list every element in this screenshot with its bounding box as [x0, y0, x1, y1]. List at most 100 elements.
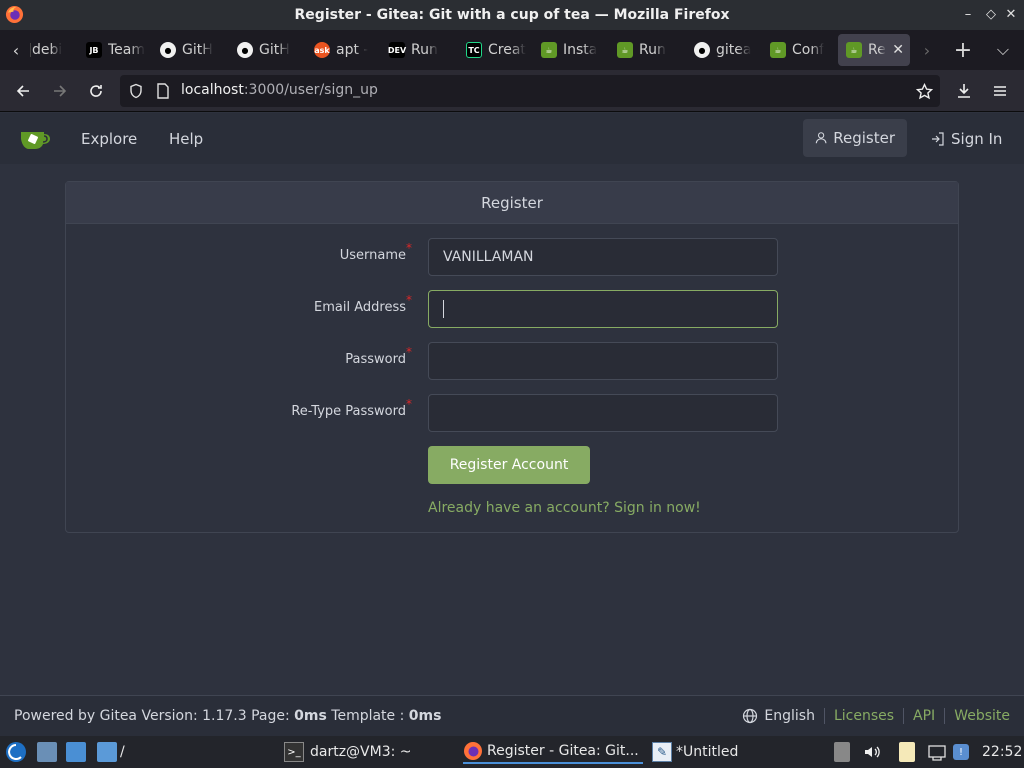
- github-icon: ●: [160, 42, 176, 58]
- tab-label: Run: [411, 42, 438, 58]
- register-heading: Register: [66, 182, 958, 224]
- tab-github-gitea[interactable]: ● gitea: [686, 34, 756, 66]
- notes-tray-icon[interactable]: [899, 740, 915, 764]
- tab-github-2[interactable]: ● GitH: [229, 34, 299, 66]
- tab-list-chevron-icon[interactable]: ⌵: [990, 36, 1016, 64]
- updates-icon[interactable]: !: [953, 740, 969, 764]
- hamburger-menu-icon[interactable]: [987, 78, 1013, 104]
- email-input[interactable]: [428, 290, 778, 328]
- firefox-icon: [464, 742, 482, 760]
- taskbar-firefox[interactable]: Register - Gitea: Git...: [463, 740, 643, 764]
- gitea-logo-icon[interactable]: [20, 128, 51, 150]
- text-cursor: [443, 300, 444, 318]
- footer-separator: [903, 708, 905, 724]
- tab-jetbrains[interactable]: JB Team: [78, 34, 148, 66]
- close-tab-icon[interactable]: ✕: [892, 42, 904, 58]
- taskbar-terminal[interactable]: >_ dartz@VM3: ~: [284, 740, 412, 764]
- gitea-header: Explore Help Register Sign In: [0, 113, 1024, 164]
- tab-label: apt -: [336, 42, 369, 58]
- tab-label: GitH: [182, 42, 213, 58]
- email-label: Email Address: [314, 300, 406, 315]
- nav-sign-in-label: Sign In: [951, 130, 1003, 148]
- network-icon[interactable]: [927, 740, 947, 764]
- username-row: Username *: [66, 238, 960, 276]
- licenses-link[interactable]: Licenses: [834, 708, 894, 724]
- nav-help[interactable]: Help: [157, 123, 215, 155]
- password-row: Password *: [66, 342, 960, 380]
- reload-icon[interactable]: [83, 78, 109, 104]
- os-taskbar: / >_ dartz@VM3: ~ Register - Gitea: Git.…: [0, 736, 1024, 768]
- url-bar[interactable]: localhost:3000/user/sign_up: [120, 75, 940, 107]
- tab-register-active[interactable]: ☕ Re ✕: [838, 34, 910, 66]
- tab-separator: [30, 43, 31, 57]
- tab-gitea-install[interactable]: ☕ Insta: [533, 34, 603, 66]
- tab-dev[interactable]: DEV Run: [381, 34, 451, 66]
- downloads-icon[interactable]: [951, 78, 977, 104]
- folder-icon: [97, 742, 117, 762]
- language-selector[interactable]: English: [764, 708, 815, 724]
- tab-scroll-right-icon[interactable]: ›: [914, 36, 940, 64]
- password-input[interactable]: [428, 342, 778, 380]
- retype-password-label: Re-Type Password: [291, 404, 406, 419]
- url-path: :3000/user/sign_up: [243, 82, 378, 98]
- person-icon: [815, 132, 827, 144]
- dev-icon: DEV: [388, 42, 406, 58]
- tab-github-1[interactable]: ● GitH: [152, 34, 222, 66]
- folder-path-label: /: [120, 744, 125, 760]
- new-tab-icon[interactable]: +: [950, 36, 976, 64]
- desktop-icon[interactable]: [66, 740, 86, 764]
- gitea-icon: ☕: [846, 42, 862, 58]
- url-text[interactable]: localhost:3000/user/sign_up: [181, 82, 378, 98]
- tab-strip: ‹ debi JB Team ● GitH ● GitH ask apt - D…: [0, 30, 1024, 70]
- firefox-label: Register - Gitea: Git...: [487, 743, 639, 759]
- required-mark: *: [406, 345, 412, 359]
- sign-in-link[interactable]: Already have an account? Sign in now!: [428, 500, 701, 516]
- tab-debian[interactable]: debi: [24, 34, 72, 66]
- page-icon[interactable]: [156, 83, 170, 99]
- close-window-icon[interactable]: ✕: [1001, 4, 1021, 24]
- shield-icon[interactable]: [128, 83, 144, 99]
- required-mark: *: [406, 397, 412, 411]
- retype-password-input[interactable]: [428, 394, 778, 432]
- footer-version-info: Powered by Gitea Version: 1.17.3 Page: 0…: [14, 708, 441, 724]
- tab-gitea-run[interactable]: ☕ Run: [609, 34, 679, 66]
- clock[interactable]: 22:52: [982, 740, 1022, 764]
- terminal-label: dartz@VM3: ~: [310, 744, 412, 760]
- nav-register-label: Register: [833, 129, 895, 147]
- website-link[interactable]: Website: [954, 708, 1010, 724]
- text-editor-icon: ✎: [652, 742, 672, 762]
- tab-teamcity[interactable]: TC Creat: [458, 34, 528, 66]
- tab-askubuntu[interactable]: ask apt -: [306, 34, 376, 66]
- register-account-button[interactable]: Register Account: [428, 446, 590, 484]
- sign-in-icon: [932, 132, 944, 146]
- footer-page-time: 0ms: [294, 708, 327, 724]
- restore-icon[interactable]: ◇: [981, 4, 1001, 24]
- gitea-icon: ☕: [617, 42, 633, 58]
- username-input[interactable]: [428, 238, 778, 276]
- footer-template-time: 0ms: [408, 708, 442, 724]
- forward-arrow-icon[interactable]: [47, 78, 73, 104]
- bookmark-star-icon[interactable]: [916, 83, 933, 100]
- tab-gitea-config[interactable]: ☕ Conf: [762, 34, 832, 66]
- minimize-icon[interactable]: –: [958, 4, 978, 24]
- folder-launcher[interactable]: /: [97, 740, 125, 764]
- gitea-icon: ☕: [770, 42, 786, 58]
- volume-icon[interactable]: [863, 740, 881, 764]
- url-host: localhost: [181, 82, 244, 98]
- file-manager-icon[interactable]: [37, 740, 57, 764]
- retype-password-row: Re-Type Password *: [66, 394, 960, 432]
- start-menu-icon[interactable]: [5, 740, 27, 764]
- navigation-bar: localhost:3000/user/sign_up: [0, 70, 1024, 112]
- api-link[interactable]: API: [913, 708, 935, 724]
- window-titlebar: Register - Gitea: Git with a cup of tea …: [0, 0, 1024, 30]
- nav-sign-in[interactable]: Sign In: [919, 123, 1014, 155]
- tab-label: gitea: [716, 42, 752, 58]
- tab-label: Re: [868, 42, 886, 58]
- nav-explore[interactable]: Explore: [69, 123, 149, 155]
- back-arrow-icon[interactable]: [10, 78, 36, 104]
- footer-powered-text: Powered by Gitea Version: 1.17.3 Page:: [14, 708, 295, 724]
- teamcity-icon: TC: [466, 42, 482, 58]
- nav-register[interactable]: Register: [803, 119, 907, 157]
- taskbar-editor[interactable]: ✎ *Untitled: [652, 740, 738, 764]
- clipboard-tray-icon[interactable]: [834, 740, 850, 764]
